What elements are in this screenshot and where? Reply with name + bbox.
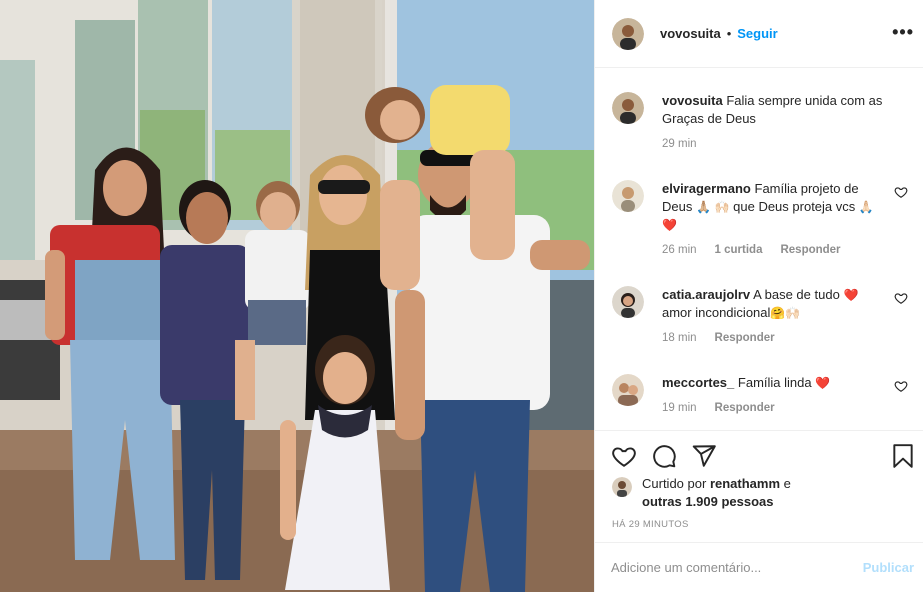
post-sidebar: vovosuita • Seguir ••• vovosuita Falia s… [594,0,923,592]
post-timestamp[interactable]: HÁ 29 MINUTOS [612,519,689,530]
likes-text: Curtido por renathamm e outras 1.909 pes… [642,475,791,511]
likes-summary: Curtido por renathamm e outras 1.909 pes… [612,475,791,511]
likes-username[interactable]: renathamm [710,476,780,491]
likes-others[interactable]: outras 1.909 pessoas [642,494,774,509]
red-heart-emoji: ❤️ [815,376,831,390]
commenter-avatar[interactable] [612,374,644,406]
comment-time[interactable]: 18 min [662,332,697,344]
comment-item: meccortes_ Família linda ❤️ 19 min Respo… [612,374,912,414]
praying-hands-emoji-2: 🙏🏻 [858,200,874,214]
more-options-icon[interactable]: ••• [892,22,914,43]
likes-mid: e [783,476,791,491]
comment-text-2: que Deus proteja vcs [733,199,856,214]
family-photo-illustration [0,0,594,592]
comments-list[interactable]: vovosuita Falia sempre unida com as Graç… [595,68,923,430]
raised-hands-emoji: 🙌🏻 [714,200,730,214]
reply-button[interactable]: Responder [780,244,840,256]
comment-meta: 26 min 1 curtida Responder [662,244,912,256]
add-comment-bar: Publicar [595,542,923,592]
comment-likes[interactable]: 1 curtida [715,244,763,256]
comment-input[interactable] [611,560,863,575]
caption-body: vovosuita Falia sempre unida com as Graç… [662,92,888,128]
comment-body: elviragermano Família projeto de Deus 🙏🏼… [662,180,888,234]
comment-body: meccortes_ Família linda ❤️ [662,374,888,392]
author-username[interactable]: vovosuita [660,26,721,41]
liker-avatar[interactable] [612,477,632,497]
caption-username[interactable]: vovosuita [662,93,723,108]
comment-body: catia.araujolrv A base de tudo ❤️ amor i… [662,286,888,322]
post-header: vovosuita • Seguir ••• [595,0,923,68]
comment-meta: 19 min Responder [662,402,912,414]
comment-time[interactable]: 19 min [662,402,697,414]
comment-text-2: amor incondicional [662,305,771,320]
header-separator: • [726,26,732,41]
publish-button[interactable]: Publicar [863,560,914,575]
red-heart-emoji: ❤️ [843,288,859,302]
comment-text: A base de tudo [753,287,840,302]
comment-item: catia.araujolrv A base de tudo ❤️ amor i… [612,286,912,344]
save-bookmark-icon[interactable] [890,443,916,469]
like-comment-heart-icon[interactable] [894,291,908,305]
like-heart-icon[interactable] [611,443,637,469]
post-photo[interactable] [0,0,594,592]
like-comment-heart-icon[interactable] [894,185,908,199]
comment-meta: 18 min Responder [662,332,912,344]
reply-button[interactable]: Responder [715,402,775,414]
comment-username[interactable]: catia.araujolrv [662,287,750,302]
comment-username[interactable]: elviragermano [662,181,751,196]
comment-time[interactable]: 26 min [662,244,697,256]
author-avatar[interactable] [612,17,644,50]
comment-username[interactable]: meccortes_ [662,375,734,390]
reply-button[interactable]: Responder [715,332,775,344]
follow-button[interactable]: Seguir [737,26,777,41]
post-actions: Curtido por renathamm e outras 1.909 pes… [595,430,923,542]
likes-prefix: Curtido por [642,476,707,491]
commenter-avatar[interactable] [612,180,644,212]
instagram-post-modal: vovosuita • Seguir ••• vovosuita Falia s… [0,0,923,592]
like-comment-heart-icon[interactable] [894,379,908,393]
caption-avatar[interactable] [612,92,644,124]
comment-icon[interactable] [651,443,677,469]
red-heart-emoji: ❤️ [662,218,677,232]
caption-meta: 29 min [662,138,912,150]
share-icon[interactable] [691,443,717,469]
caption-time[interactable]: 29 min [662,138,697,150]
commenter-avatar[interactable] [612,286,644,318]
caption: vovosuita Falia sempre unida com as Graç… [612,92,912,150]
hugging-face-emoji: 🤗 [770,306,786,320]
raised-hands-emoji: 🙌🏻 [785,306,801,320]
comment-item: elviragermano Família projeto de Deus 🙏🏼… [612,180,912,256]
praying-hands-emoji: 🙏🏼 [695,200,711,214]
comment-text: Família linda [737,375,812,390]
